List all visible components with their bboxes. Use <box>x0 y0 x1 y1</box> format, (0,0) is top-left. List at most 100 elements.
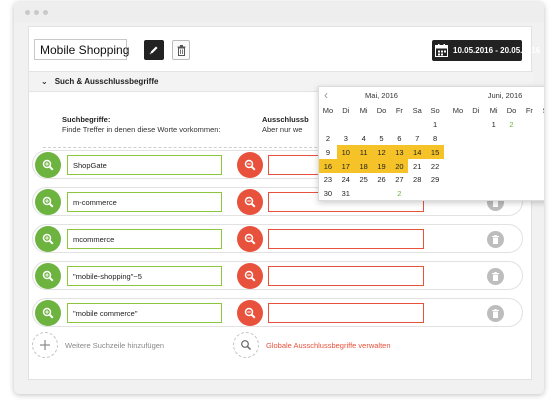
calendar-day[interactable]: 13 <box>390 145 409 160</box>
manage-global-exclusions-button[interactable]: Globale Ausschlussbegriffe verwalten <box>233 332 391 358</box>
delete-row-button[interactable] <box>487 305 504 322</box>
calendar-day <box>467 132 485 146</box>
add-search-row-button[interactable]: Weitere Suchzeile hinzufügen <box>32 332 164 358</box>
exclusion-term-input[interactable] <box>268 303 424 323</box>
search-term-input[interactable]: mcommerce <box>67 229 222 249</box>
search-include-icon[interactable] <box>35 189 61 215</box>
calendar-day <box>467 145 485 159</box>
search-term-input[interactable]: m-commerce <box>67 192 222 212</box>
calendar-day <box>426 187 444 200</box>
calendar-day <box>449 118 467 132</box>
calendar-day[interactable]: 24 <box>337 173 355 187</box>
calendar-day <box>538 173 544 187</box>
calendar-day <box>520 159 538 173</box>
calendar-day <box>485 159 503 173</box>
trash-icon <box>492 235 499 244</box>
calendar-day[interactable]: 9 <box>319 145 337 159</box>
calendar-day[interactable]: 4 <box>355 132 373 146</box>
calendar-day <box>538 118 544 132</box>
search-exclude-icon[interactable] <box>237 152 263 178</box>
calendar-day[interactable]: 30 <box>319 187 337 200</box>
calendar-day <box>467 159 485 173</box>
chevron-down-icon: ⌄ <box>41 77 48 86</box>
search-include-icon[interactable] <box>35 300 61 326</box>
calendar-day[interactable]: 8 <box>426 132 444 146</box>
calendar-day[interactable]: 2 <box>319 132 337 146</box>
calendar-day[interactable]: 21 <box>408 159 426 173</box>
exclusion-terms-label: Ausschlussb Aber nur we <box>262 115 309 135</box>
calendar-day[interactable]: 10 <box>336 145 355 160</box>
calendar-day <box>538 159 544 173</box>
delete-row-button[interactable] <box>487 231 504 248</box>
calendar-day[interactable]: 11 <box>354 145 373 160</box>
calendar-day <box>449 145 467 159</box>
search-exclude-icon[interactable] <box>237 300 263 326</box>
calendar-day[interactable]: 28 <box>408 173 426 187</box>
project-title-input[interactable]: Mobile Shopping <box>34 39 129 60</box>
calendar-day[interactable]: 14 <box>408 145 427 160</box>
window-dot-icon[interactable] <box>43 10 48 15</box>
search-include-icon[interactable] <box>35 263 61 289</box>
window-dot-icon[interactable] <box>25 10 30 15</box>
calendar-day[interactable]: 18 <box>354 159 373 173</box>
exclusion-term-input[interactable] <box>268 229 424 249</box>
calendar-day[interactable]: 29 <box>426 173 444 187</box>
calendar-day[interactable]: 3 <box>337 132 355 146</box>
month1-title: Mai, 2016 <box>365 91 398 100</box>
calendar-day[interactable]: 6 <box>390 132 408 146</box>
search-term-input[interactable]: "mobile commerce" <box>67 303 222 323</box>
calendar-day[interactable]: 2 <box>390 187 408 200</box>
calendar-day[interactable]: 22 <box>426 159 444 173</box>
weekday-header: Sa <box>538 104 544 118</box>
date-range-button[interactable]: 10.05.2016 - 20.05.2016 <box>432 40 540 61</box>
search-icon <box>233 332 259 358</box>
calendar-day[interactable]: 26 <box>373 173 391 187</box>
month1-grid: Mo Di Mi Do Fr Sa So 1 2 3 4 5 6 7 8 9 10 11 12 13 14 15 16 17 1… <box>319 104 445 200</box>
exclusion-terms-heading: Ausschlussb <box>262 115 309 124</box>
calendar-day[interactable]: 27 <box>390 173 408 187</box>
calendar-day[interactable]: 5 <box>373 132 391 146</box>
search-include-icon[interactable] <box>35 152 61 178</box>
calendar-day[interactable]: 19 <box>372 159 391 173</box>
plus-icon <box>32 332 58 358</box>
search-term-input[interactable]: "mobile-shopping"~5 <box>67 266 222 286</box>
calendar-day[interactable]: 17 <box>336 159 355 173</box>
exclusion-term-input[interactable] <box>268 266 424 286</box>
calendar-day[interactable]: 2 <box>503 118 521 132</box>
search-exclude-icon[interactable] <box>237 189 263 215</box>
calendar-day[interactable]: 23 <box>319 173 337 187</box>
calendar-day <box>485 187 503 200</box>
search-exclude-icon[interactable] <box>237 263 263 289</box>
add-search-row-label: Weitere Suchzeile hinzufügen <box>65 340 165 350</box>
calendar-day <box>520 132 538 146</box>
delete-row-button[interactable] <box>487 268 504 285</box>
section-title: Such & Ausschlussbegriffe <box>54 77 159 86</box>
delete-project-button[interactable] <box>172 40 190 60</box>
calendar-day[interactable]: 25 <box>355 173 373 187</box>
calendar-day[interactable]: 16 <box>319 159 337 173</box>
calendar-day <box>503 132 521 146</box>
search-include-icon[interactable] <box>35 226 61 252</box>
calendar-day <box>485 132 503 146</box>
window-dot-icon[interactable] <box>34 10 39 15</box>
calendar-day <box>355 118 373 132</box>
calendar-day[interactable]: 7 <box>408 132 426 146</box>
calendar-day[interactable]: 20 <box>390 159 409 173</box>
calendar-day[interactable]: 1 <box>485 118 503 132</box>
weekday-header: So <box>430 106 440 116</box>
calendar-day <box>520 187 538 200</box>
search-row: "mobile-shopping"~5 <box>32 261 523 290</box>
calendar-day[interactable]: 12 <box>372 145 391 160</box>
calendar-day[interactable]: 1 <box>426 118 444 132</box>
calendar-day <box>449 132 467 146</box>
search-exclude-icon[interactable] <box>237 226 263 252</box>
date-picker-popup: ‹ Mai, 2016 Juni, 2016 › MoDiMiDoFrSaSo1… <box>318 86 544 201</box>
edit-button[interactable] <box>144 40 164 60</box>
calendar-day <box>538 187 544 200</box>
calendar-day <box>449 187 467 200</box>
weekday-header: Fr <box>525 106 533 116</box>
calendar-day[interactable]: 31 <box>337 187 355 200</box>
search-term-input[interactable]: ShopGate <box>67 155 222 175</box>
calendar-day[interactable]: 15 <box>426 145 445 160</box>
weekday-header: Mi <box>489 106 498 116</box>
